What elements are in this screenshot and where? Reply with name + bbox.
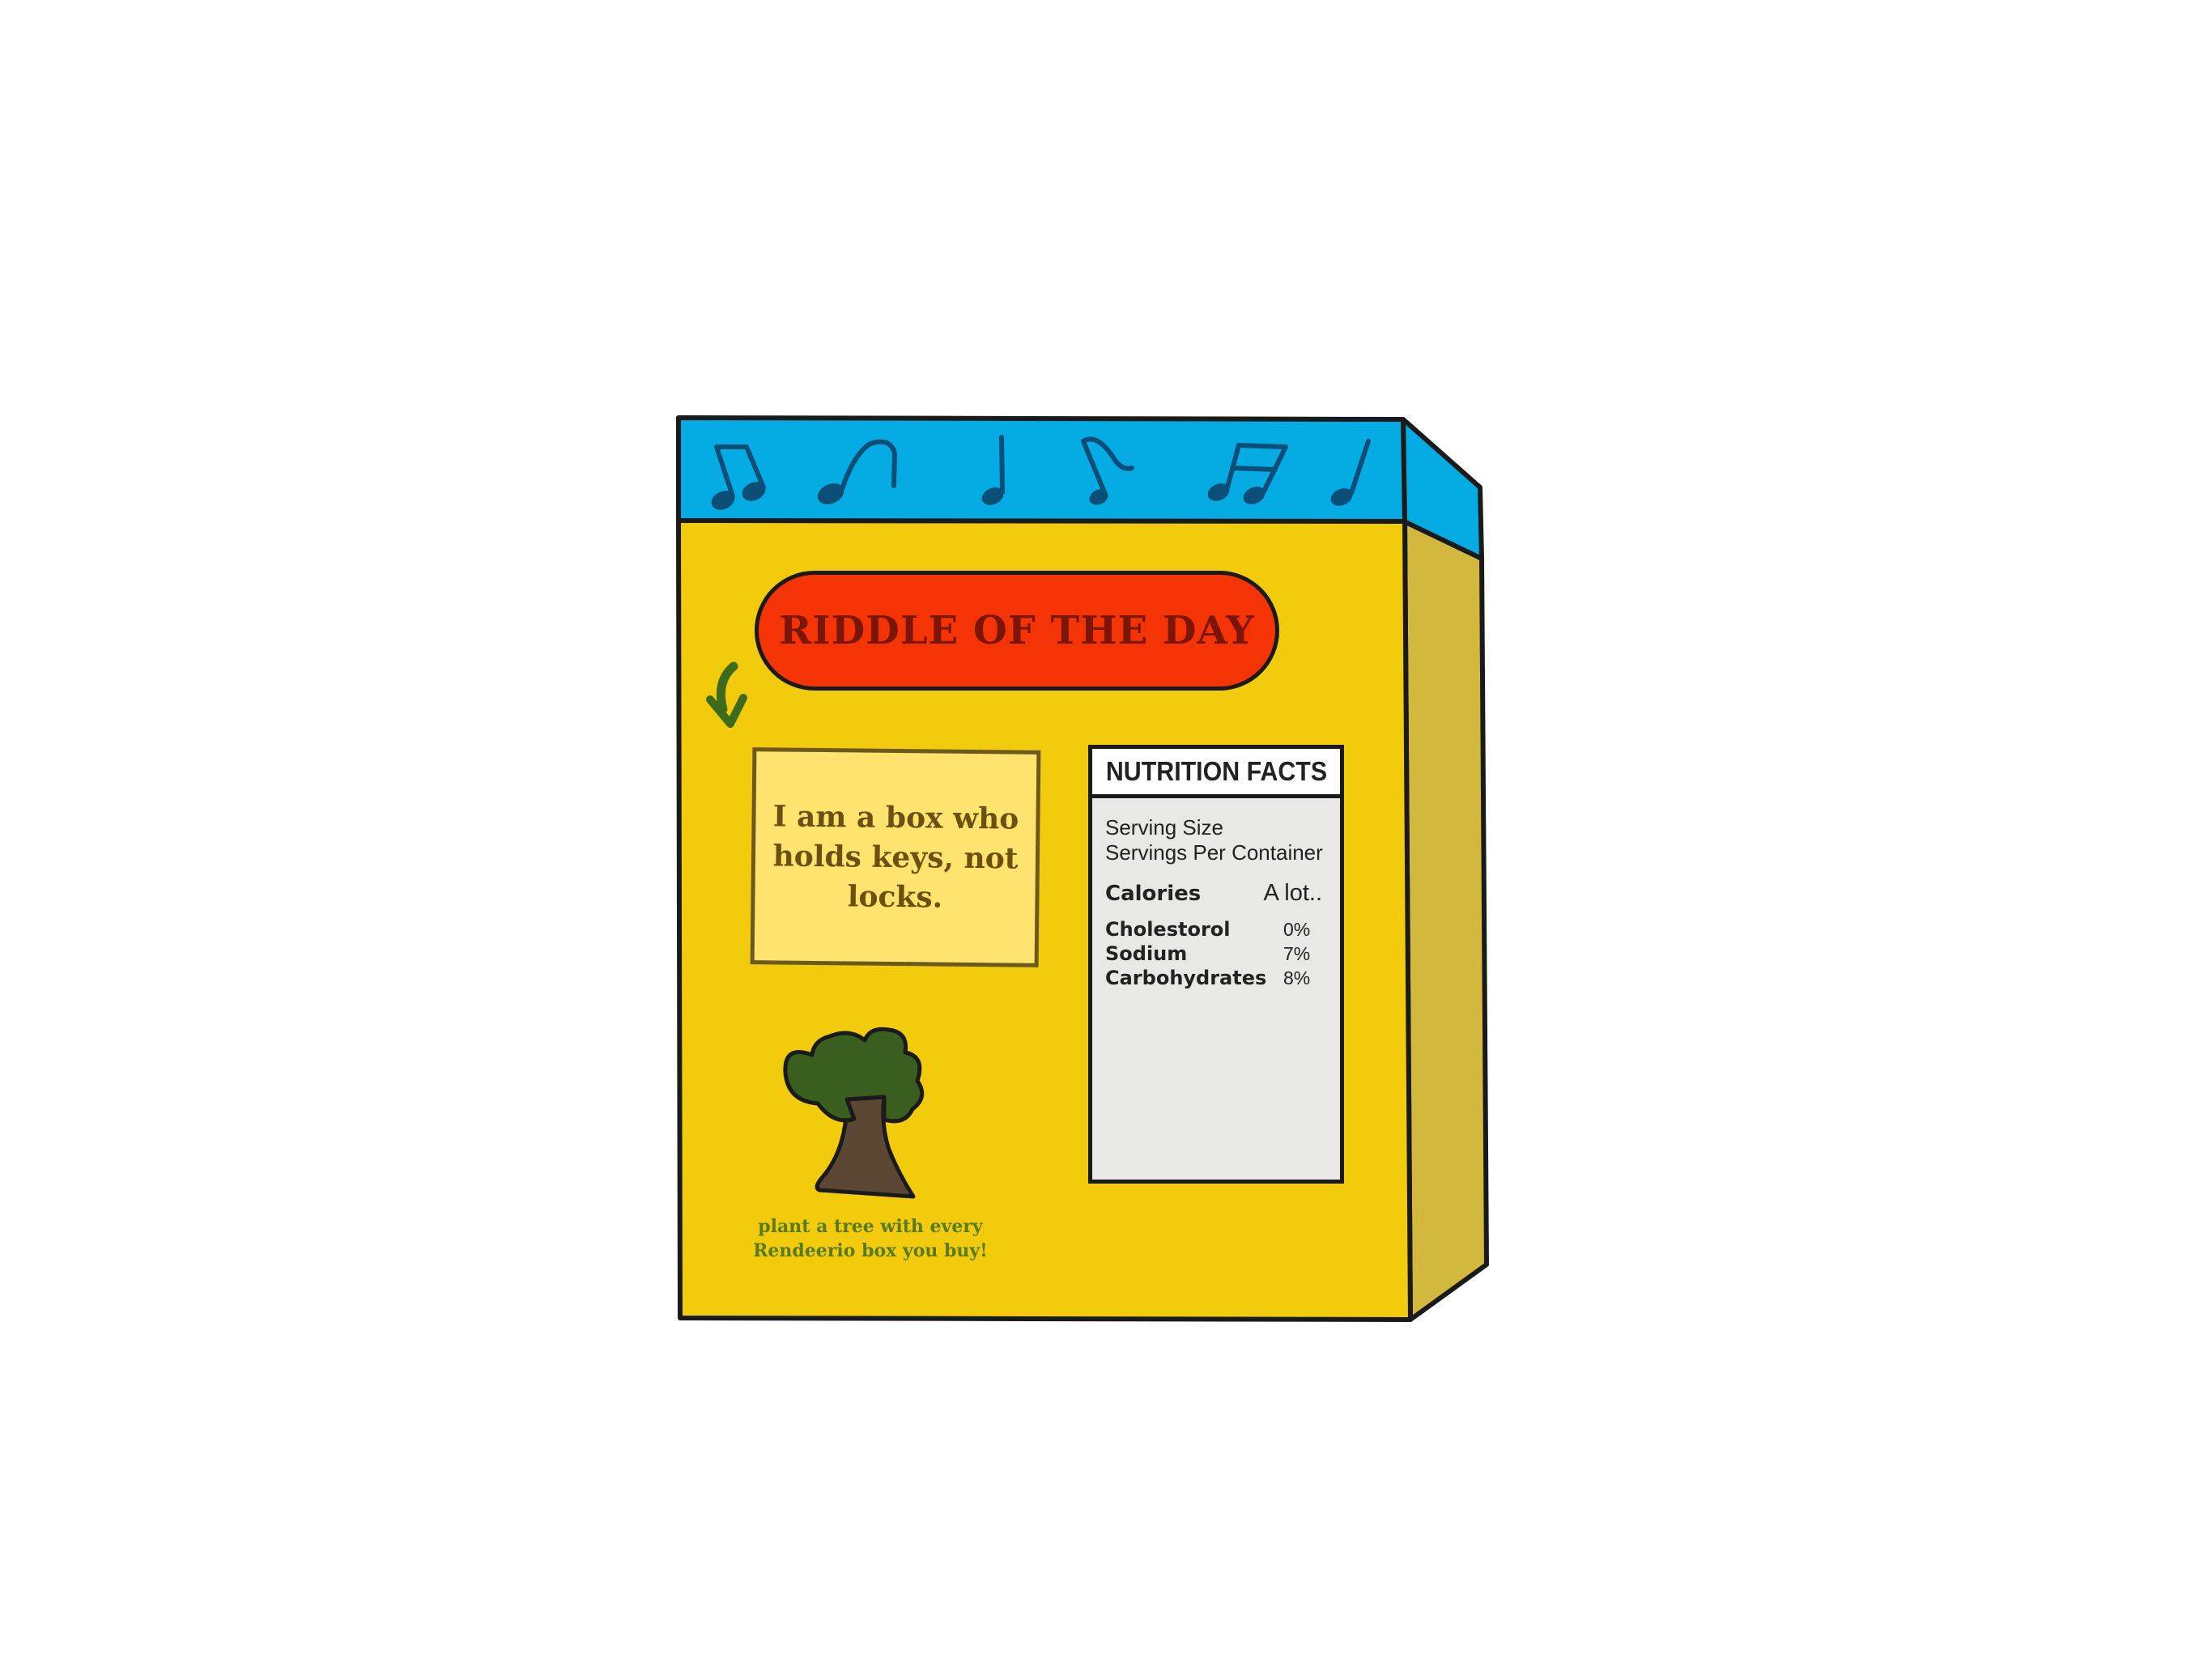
box-side-panel	[1402, 519, 1489, 1322]
cereal-box-scene: RIDDLE OF THE DAY I am a box who holds k…	[0, 0, 2212, 1658]
nutrient-name: Cholestorol	[1105, 918, 1231, 941]
tree-caption-line-2: Rendeerio box you buy!	[753, 1240, 988, 1261]
calories-label: Calories	[1105, 882, 1202, 906]
nutrient-row: Carbohydrates 8%	[1105, 967, 1327, 991]
nutrition-facts-title: NUTRITION FACTS	[1105, 756, 1327, 786]
nutrient-row: Cholestorol 0%	[1105, 918, 1327, 942]
nutrient-percent: 8%	[1283, 967, 1311, 988]
nutrient-name: Carbohydrates	[1105, 967, 1267, 989]
box-top-band	[676, 415, 1407, 524]
riddle-title: RIDDLE OF THE DAY	[779, 608, 1255, 653]
nutrient-row: Sodium 7%	[1105, 942, 1327, 967]
nutrition-facts-header: NUTRITION FACTS	[1092, 749, 1340, 798]
calories-value: A lot..	[1263, 880, 1322, 906]
tree-caption: plant a tree with every Rendeerio box yo…	[713, 1214, 1028, 1263]
calories-row: Calories A lot..	[1105, 880, 1327, 907]
servings-per-container-label: Servings Per Container	[1105, 840, 1323, 865]
nutrient-list: Cholestorol 0% Sodium 7% Carbohydrates 8…	[1105, 918, 1327, 991]
nutrition-facts-body: Serving Size Servings Per Container Calo…	[1105, 815, 1327, 991]
nutrient-percent: 7%	[1283, 943, 1311, 964]
nutrition-facts-panel: NUTRITION FACTS Serving Size Servings Pe…	[1088, 745, 1344, 1184]
nutrient-name: Sodium	[1105, 942, 1188, 965]
riddle-title-banner: RIDDLE OF THE DAY	[755, 571, 1279, 691]
riddle-card: I am a box who holds keys, not locks.	[750, 747, 1041, 967]
riddle-text: I am a box who holds keys, not locks.	[772, 798, 1019, 915]
tree-caption-line-1: plant a tree with every	[758, 1216, 983, 1237]
nutrient-percent: 0%	[1283, 919, 1311, 940]
serving-size-label: Serving Size	[1105, 815, 1223, 840]
